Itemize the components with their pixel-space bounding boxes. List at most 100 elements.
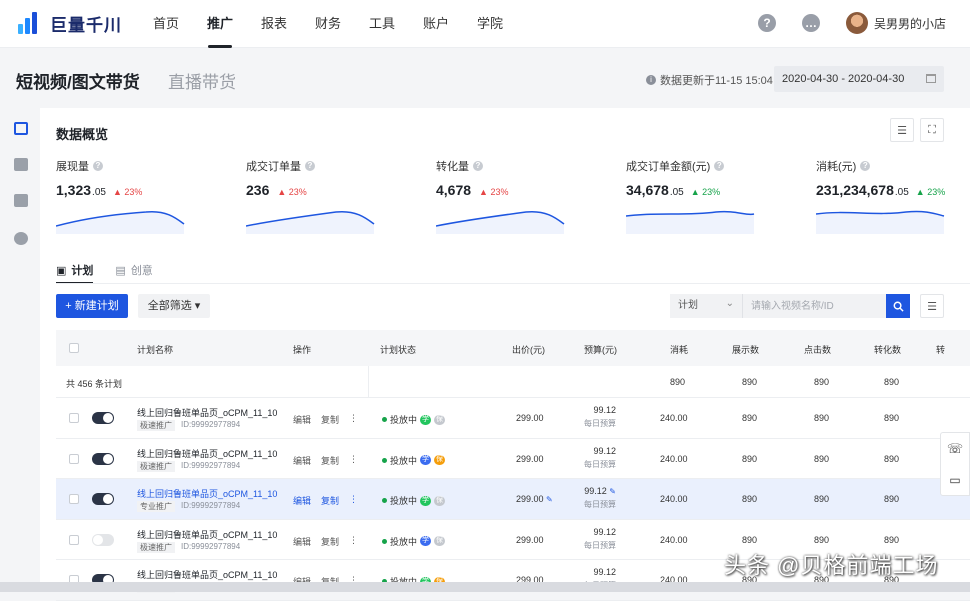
logo-text: 巨量千川	[50, 15, 122, 35]
budget-value: 99.12 ✎	[584, 486, 616, 496]
tab-plan[interactable]: ▣ 计划	[56, 256, 94, 284]
calendar-rail-icon[interactable]	[14, 122, 28, 135]
col-budget[interactable]: 预算(元)	[584, 343, 617, 356]
row-checkbox[interactable]	[69, 494, 79, 504]
user-menu[interactable]: 吴男男的小店	[845, 12, 946, 34]
logo[interactable]: 巨量千川	[16, 10, 122, 36]
copy-button[interactable]: 复制	[321, 413, 339, 426]
table-settings-icon[interactable]: ☰	[920, 294, 944, 318]
more-icon[interactable]: ⋮	[349, 494, 358, 507]
message-icon[interactable]: …	[801, 14, 820, 32]
metric-value: 1,323.05 ▲ 23%	[56, 182, 143, 198]
pencil-icon[interactable]: ✎	[546, 495, 553, 504]
metric-change: ▲ 23%	[690, 187, 721, 197]
more-icon[interactable]: ⋮	[349, 454, 358, 467]
filter-all-button[interactable]: 全部筛选 ▾	[138, 294, 210, 318]
nav-item-account[interactable]: 账户	[410, 0, 462, 48]
help-icon[interactable]: ?	[757, 14, 776, 32]
search-button[interactable]	[886, 294, 910, 318]
plan-toggle[interactable]	[92, 412, 114, 424]
plan-type-tag: 极速推广	[137, 460, 175, 472]
pencil-icon[interactable]: ✎	[609, 487, 616, 496]
col-actions: 操作	[293, 345, 312, 355]
copy-button[interactable]: 复制	[321, 494, 339, 507]
plan-toggle[interactable]	[92, 533, 114, 546]
feedback-icon[interactable]: ▭	[949, 473, 960, 487]
metric-sparkline	[626, 210, 755, 234]
col-bid[interactable]: 出价(元)	[512, 343, 545, 356]
col-cost[interactable]: 消耗	[670, 343, 688, 356]
customize-metrics-icon[interactable]: ☰	[890, 118, 914, 142]
headset-icon[interactable]: ☏	[947, 441, 963, 457]
more-icon[interactable]: ⋮	[349, 413, 358, 426]
update-info: i 数据更新于11-15 15:04	[646, 72, 773, 88]
plan-name-link[interactable]: 线上回归鲁班单品页_oCPM_11_10	[137, 568, 277, 581]
plan-id: ID:99992977894	[181, 460, 241, 470]
plan-name-link[interactable]: 线上回归鲁班单品页_oCPM_11_10	[137, 447, 277, 460]
status-dot-icon	[382, 538, 387, 544]
metric-impressions: 展现量? 1,323.05 ▲ 23%	[56, 158, 216, 234]
more-icon[interactable]: ⋮	[349, 535, 358, 548]
col-shows[interactable]: 展示数	[732, 343, 759, 356]
date-range-picker[interactable]: 2020-04-30 - 2020-04-30	[774, 66, 944, 92]
metric-order-amount: 成交订单金额(元)? 34,678.05 ▲ 23%	[626, 158, 786, 234]
col-clicks[interactable]: 点击数	[804, 343, 831, 356]
metric-value: 4,678 ▲ 23%	[436, 182, 509, 198]
nav-item-promotion[interactable]: 推广	[194, 0, 246, 48]
edit-button[interactable]: 编辑	[293, 494, 311, 507]
new-plan-button[interactable]: + 新建计划	[56, 294, 128, 318]
copy-button[interactable]: 复制	[321, 535, 339, 548]
search-group: 计划	[670, 292, 910, 318]
clicks-value: 890	[814, 413, 830, 423]
arrow-up-icon: ▲	[112, 187, 125, 197]
summary-shows: 890	[742, 377, 758, 387]
copy-button[interactable]: 复制	[321, 454, 339, 467]
nav-item-reports[interactable]: 报表	[248, 0, 300, 48]
cost-value: 240.00	[660, 494, 688, 504]
table-row[interactable]: 线上回归鲁班单品页_oCPM_11_10极速推广 ID:99992977894 编辑…	[56, 398, 970, 439]
tiktok-rail-icon[interactable]	[14, 232, 28, 245]
budget-cell: 99.12 每日预算	[556, 446, 616, 470]
plan-toggle[interactable]	[92, 493, 114, 505]
help-icon[interactable]: ?	[305, 161, 315, 171]
shows-value: 890	[742, 413, 758, 423]
help-icon[interactable]: ?	[860, 161, 871, 171]
nav-item-academy[interactable]: 学院	[464, 0, 516, 48]
edit-button[interactable]: 编辑	[293, 454, 311, 467]
nav-item-home[interactable]: 首页	[140, 0, 192, 48]
search-input[interactable]	[742, 294, 886, 318]
edit-button[interactable]: 编辑	[293, 413, 311, 426]
search-type-select[interactable]: 计划	[670, 292, 742, 318]
overview-title: 数据概览	[56, 127, 109, 142]
top-navigation-bar: 巨量千川 首页 推广 报表 财务 工具 账户 学院 ? … 吴男男的小店	[0, 0, 970, 48]
col-conversions[interactable]: 转化数	[874, 343, 901, 356]
tab-creative[interactable]: ▤ 创意	[115, 256, 152, 284]
plan-name-link[interactable]: 线上回归鲁班单品页_oCPM_11_10	[137, 528, 277, 541]
nav-item-finance[interactable]: 财务	[302, 0, 354, 48]
edit-button[interactable]: 编辑	[293, 535, 311, 548]
plan-name-link[interactable]: 线上回归鲁班单品页_oCPM_11_10	[137, 406, 277, 419]
learning-badge: 学	[420, 455, 432, 465]
bid-value[interactable]: 299.00 ✎	[516, 494, 553, 504]
metric-change: ▲ 23%	[112, 187, 143, 197]
mail-rail-icon[interactable]	[14, 194, 28, 207]
folder-rail-icon[interactable]	[14, 158, 28, 171]
plan-name-link[interactable]: 线上回归鲁班单品页_oCPM_11_10	[137, 487, 277, 500]
fullscreen-icon[interactable]: ⛶	[920, 118, 944, 142]
help-icon[interactable]: ?	[714, 161, 725, 171]
row-checkbox[interactable]	[69, 453, 79, 464]
plan-status: 投放中学保	[382, 535, 446, 548]
tab-short-video[interactable]: 短视频/图文带货	[16, 68, 140, 93]
row-checkbox[interactable]	[69, 534, 79, 545]
tab-live[interactable]: 直播带货	[168, 68, 236, 93]
plan-toggle[interactable]	[92, 452, 114, 465]
nav-item-tools[interactable]: 工具	[356, 0, 408, 48]
help-icon[interactable]: ?	[93, 161, 103, 171]
help-icon[interactable]: ?	[473, 161, 483, 171]
row-checkbox[interactable]	[69, 413, 79, 423]
table-row[interactable]: 线上回归鲁班单品页_oCPM_11_10极速推广 ID:99992977894 编辑…	[56, 439, 970, 479]
select-all-checkbox[interactable]	[69, 343, 79, 353]
status-text: 投放中	[390, 415, 418, 425]
plan-meta: 专业推广 ID:99992977894	[137, 501, 240, 512]
table-row[interactable]: 线上回归鲁班单品页_oCPM_11_10 专业推广 ID:99992977894 编辑…	[56, 479, 970, 520]
